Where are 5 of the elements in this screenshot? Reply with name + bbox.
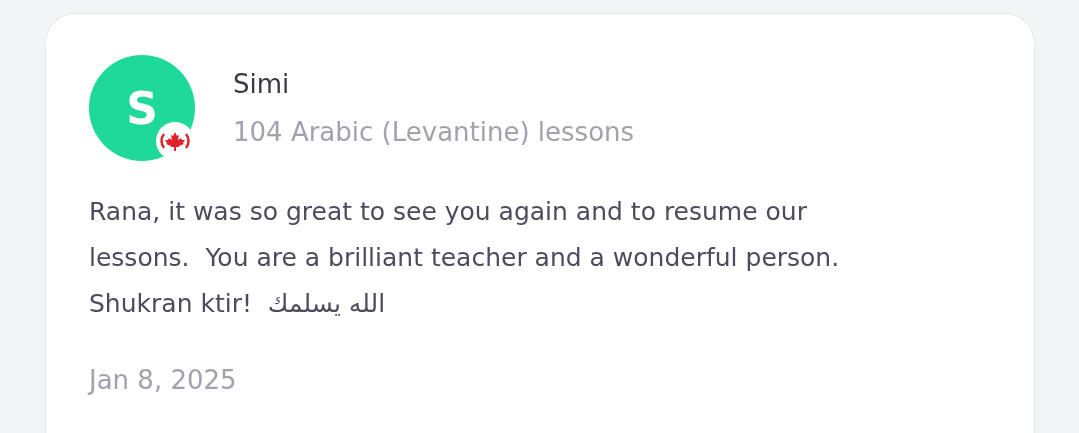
review-text: Rana, it was so great to see you again and to resume our lessons. You are a brilliant teacher and a wonderful person. Shukran ktir! الله يسلمك bbox=[89, 196, 841, 320]
reviewer-name: Simi bbox=[233, 69, 291, 99]
review-date: Jan 8, 2025 bbox=[89, 365, 238, 395]
lesson-count: 104 Arabic (Levantine) lessons bbox=[233, 117, 635, 147]
avatar-initial: S bbox=[126, 82, 158, 134]
